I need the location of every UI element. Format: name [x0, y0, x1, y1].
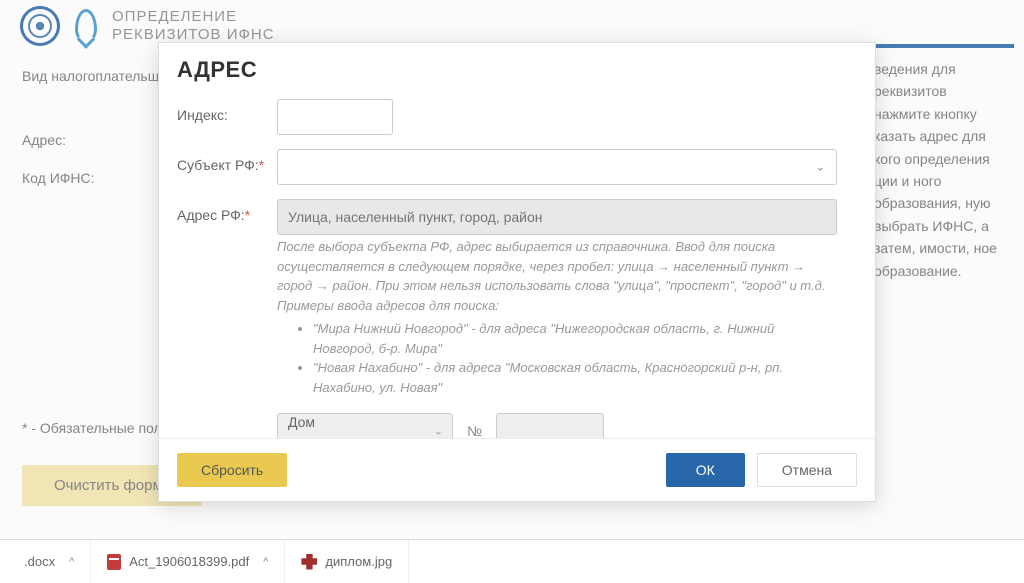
- chevron-up-icon: ^: [69, 556, 74, 568]
- index-label: Индекс:: [177, 99, 277, 123]
- puzzle-icon: [301, 554, 317, 570]
- download-item-docx[interactable]: .docx^: [8, 540, 91, 583]
- address-hint: После выбора субъекта РФ, адрес выбирает…: [277, 237, 837, 397]
- download-item-pdf[interactable]: Act_1906018399.pdf^: [91, 540, 285, 583]
- subject-select[interactable]: [277, 149, 837, 185]
- address-rf-input[interactable]: [277, 199, 837, 235]
- modal-body: Индекс: Субъект РФ:* ⌄ Адрес РФ:* После …: [159, 93, 875, 438]
- house-number-input[interactable]: [496, 413, 604, 438]
- address-modal: АДРЕС Индекс: Субъект РФ:* ⌄ Адрес РФ:* …: [158, 42, 876, 502]
- house-type-select[interactable]: Дом: [277, 413, 453, 438]
- index-input[interactable]: [277, 99, 393, 135]
- cancel-button[interactable]: Отмена: [757, 453, 857, 487]
- modal-title: АДРЕС: [159, 43, 875, 93]
- ok-button[interactable]: ОК: [666, 453, 745, 487]
- subject-label: Субъект РФ:*: [177, 149, 277, 173]
- modal-footer: Сбросить ОК Отмена: [159, 438, 875, 501]
- pdf-icon: [107, 554, 121, 570]
- house-number-label: №: [467, 423, 482, 438]
- chevron-up-icon: ^: [263, 556, 268, 568]
- download-item-jpg[interactable]: диплом.jpg: [285, 540, 409, 583]
- reset-button[interactable]: Сбросить: [177, 453, 287, 487]
- downloads-bar: .docx^ Act_1906018399.pdf^ диплом.jpg: [0, 539, 1024, 583]
- address-rf-label: Адрес РФ:*: [177, 199, 277, 223]
